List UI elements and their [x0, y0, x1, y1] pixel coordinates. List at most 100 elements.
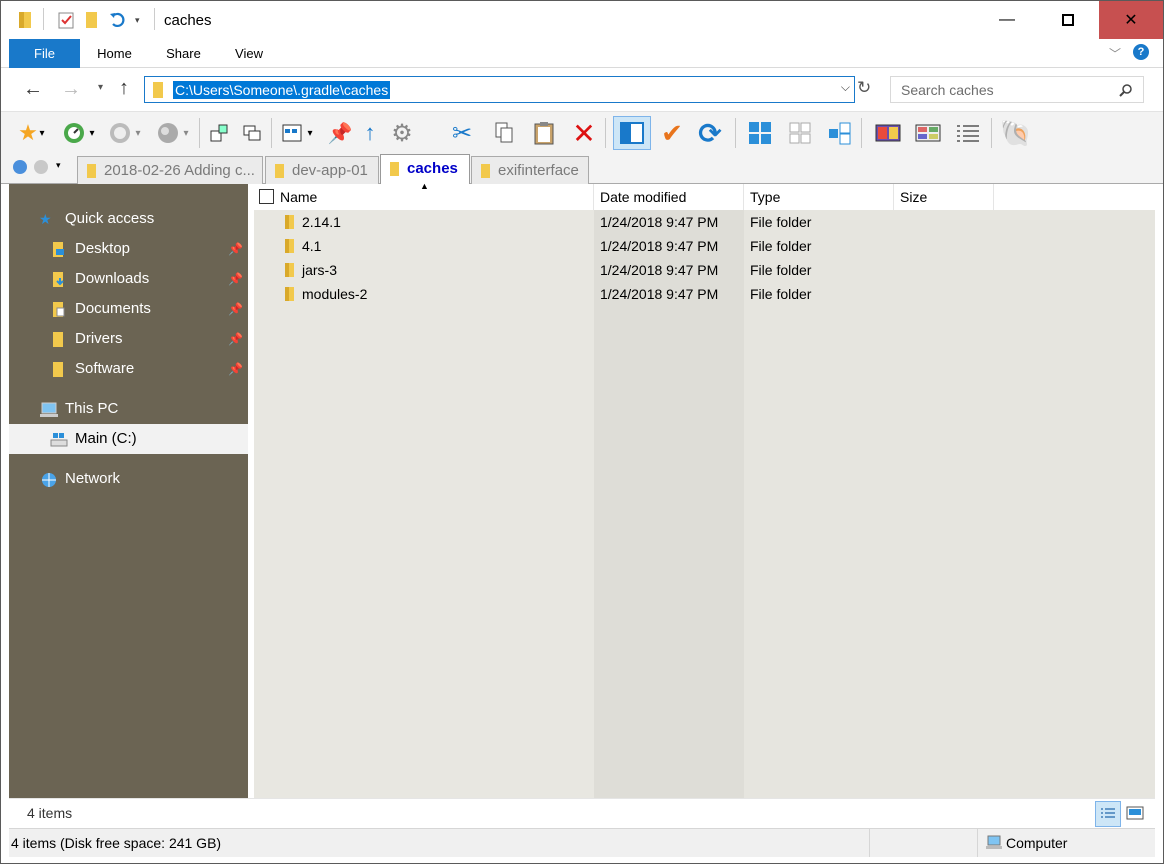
- select-all-checkbox[interactable]: [259, 189, 274, 204]
- large-icons-toggle-icon[interactable]: [1126, 805, 1144, 824]
- search-box[interactable]: Search caches: [890, 76, 1144, 103]
- file-row[interactable]: 2.14.1 1/24/2018 9:47 PM File folder: [254, 210, 1155, 234]
- details-view-icon[interactable]: [953, 118, 983, 148]
- file-type: File folder: [750, 286, 812, 302]
- refresh-icon[interactable]: ↻: [857, 78, 871, 98]
- favorites-dropdown-icon[interactable]: ▾: [35, 118, 49, 148]
- nav-item-software[interactable]: Software 📌: [9, 354, 248, 384]
- nav-item-desktop[interactable]: Desktop 📌: [9, 234, 248, 264]
- back-arrow-icon[interactable]: ←: [23, 78, 43, 101]
- groups-dropdown-icon[interactable]: ▾: [179, 118, 193, 148]
- nav-label: Network: [65, 470, 121, 487]
- delete-x-icon[interactable]: ✕: [569, 118, 599, 149]
- file-row[interactable]: 4.1 1/24/2018 9:47 PM File folder: [254, 234, 1155, 258]
- expand-ribbon-icon[interactable]: ﹀: [1109, 45, 1121, 62]
- close-button[interactable]: ✕: [1099, 1, 1163, 39]
- file-name: jars-3: [302, 262, 338, 278]
- customize-qat-icon[interactable]: ▾: [135, 8, 140, 32]
- large-icons-view-icon[interactable]: [745, 118, 775, 148]
- star-icon: ★: [39, 211, 52, 227]
- back-history-dropdown-icon[interactable]: ▾: [85, 118, 99, 148]
- undo-icon[interactable]: [108, 8, 128, 32]
- nav-label: Downloads: [75, 270, 150, 287]
- cut-scissors-icon[interactable]: ✂: [447, 118, 477, 148]
- network-icon: [42, 473, 56, 487]
- column-date-modified[interactable]: Date modified: [594, 184, 744, 210]
- nav-item-downloads[interactable]: Downloads 📌: [9, 264, 248, 294]
- column-label: Name: [280, 189, 318, 205]
- tab-view[interactable]: View: [223, 39, 275, 68]
- tab-file[interactable]: File: [9, 39, 80, 68]
- computer-icon: [40, 402, 58, 417]
- file-row[interactable]: jars-3 1/24/2018 9:47 PM File folder: [254, 258, 1155, 282]
- search-input[interactable]: Search caches: [901, 82, 994, 98]
- properties-icon[interactable]: [57, 8, 75, 32]
- nav-item-documents[interactable]: Documents 📌: [9, 294, 248, 324]
- folder-icon: [285, 263, 294, 277]
- pin-icon[interactable]: 📌: [228, 264, 243, 294]
- file-row[interactable]: modules-2 1/24/2018 9:47 PM File folder: [254, 282, 1155, 306]
- tab-share[interactable]: Share: [155, 39, 212, 68]
- pin-icon[interactable]: 📌: [228, 234, 243, 264]
- nav-network[interactable]: Network: [9, 464, 248, 494]
- item-count: 4 items: [27, 805, 73, 821]
- up-arrow-icon[interactable]: ↑: [119, 77, 129, 100]
- pin-icon[interactable]: 📌: [228, 294, 243, 324]
- address-bar[interactable]: C:\Users\Someone\.gradle\caches ⌵: [144, 76, 855, 103]
- thumbnails-view-icon[interactable]: [873, 118, 903, 148]
- folder-tab-active[interactable]: caches: [380, 154, 470, 184]
- folder-icon: [285, 215, 294, 229]
- tab-back-icon[interactable]: [13, 160, 27, 174]
- nav-this-pc[interactable]: This PC: [9, 394, 248, 424]
- preview-pane-toggle-icon[interactable]: [613, 116, 651, 150]
- filmstrip-view-icon[interactable]: [913, 118, 943, 148]
- folder-tab[interactable]: 2018-02-26 Adding c...: [77, 156, 263, 184]
- recent-locations-icon[interactable]: ▾: [98, 82, 103, 93]
- medium-icons-view-icon[interactable]: [785, 118, 815, 148]
- shell-icon[interactable]: 🐚: [1000, 118, 1032, 148]
- minimize-icon: —: [999, 11, 1015, 28]
- nav-item-main-drive[interactable]: Main (C:): [9, 424, 248, 454]
- file-type: File folder: [750, 214, 812, 230]
- nav-item-drivers[interactable]: Drivers 📌: [9, 324, 248, 354]
- sort-ascending-icon: ▲: [420, 181, 429, 191]
- address-path[interactable]: C:\Users\Someone\.gradle\caches: [173, 81, 391, 99]
- help-icon[interactable]: ?: [1133, 44, 1149, 60]
- minimize-button[interactable]: —: [976, 1, 1038, 39]
- up-level-icon[interactable]: ↑: [355, 118, 385, 148]
- folder-icon: [53, 362, 63, 377]
- details-view-toggle-icon[interactable]: [1095, 801, 1121, 827]
- nav-label: Documents: [75, 300, 151, 317]
- pin-icon[interactable]: 📌: [228, 324, 243, 354]
- file-date: 1/24/2018 9:47 PM: [600, 262, 719, 278]
- nav-quick-access[interactable]: ★ Quick access: [9, 204, 248, 234]
- command-toolbar: ★ ▾ ▾ ▾ ▾ ▾ 📌 ↑ ⚙ ✂ ✕ ✔ ⟳ 🐚: [1, 111, 1163, 154]
- forward-arrow-icon[interactable]: →: [61, 78, 81, 101]
- pin-icon[interactable]: 📌: [228, 354, 243, 384]
- maximize-button[interactable]: [1037, 1, 1099, 39]
- address-dropdown-icon[interactable]: ⌵: [841, 80, 850, 95]
- copy-icon[interactable]: [489, 118, 519, 148]
- tab-forward-icon[interactable]: [34, 160, 48, 174]
- search-icon[interactable]: [1119, 83, 1133, 97]
- new-folder-icon[interactable]: [83, 8, 101, 32]
- folder-tab[interactable]: exifinterface: [471, 156, 589, 184]
- tiles-view-icon[interactable]: [825, 118, 855, 148]
- checkmark-icon[interactable]: ✔: [657, 118, 687, 148]
- settings-gear-icon[interactable]: ⚙: [387, 118, 417, 148]
- view-mode-dropdown-icon[interactable]: ▾: [303, 118, 317, 148]
- folder-tab[interactable]: dev-app-01: [265, 156, 379, 184]
- column-name[interactable]: Name: [274, 184, 594, 210]
- open-new-window-icon[interactable]: [205, 118, 235, 148]
- cascade-windows-icon[interactable]: [237, 118, 267, 148]
- downloads-folder-icon: [53, 272, 64, 287]
- tab-home[interactable]: Home: [86, 39, 143, 68]
- pin-icon[interactable]: 📌: [325, 118, 355, 148]
- column-size[interactable]: Size: [894, 184, 994, 210]
- sync-refresh-icon[interactable]: ⟳: [695, 118, 725, 149]
- tab-history-dropdown-icon[interactable]: ▾: [56, 160, 61, 171]
- paste-clipboard-icon[interactable]: [529, 118, 559, 148]
- column-type[interactable]: Type: [744, 184, 894, 210]
- forward-history-dropdown-icon[interactable]: ▾: [131, 118, 145, 148]
- title-bar: ▾ caches — ✕: [1, 1, 1163, 39]
